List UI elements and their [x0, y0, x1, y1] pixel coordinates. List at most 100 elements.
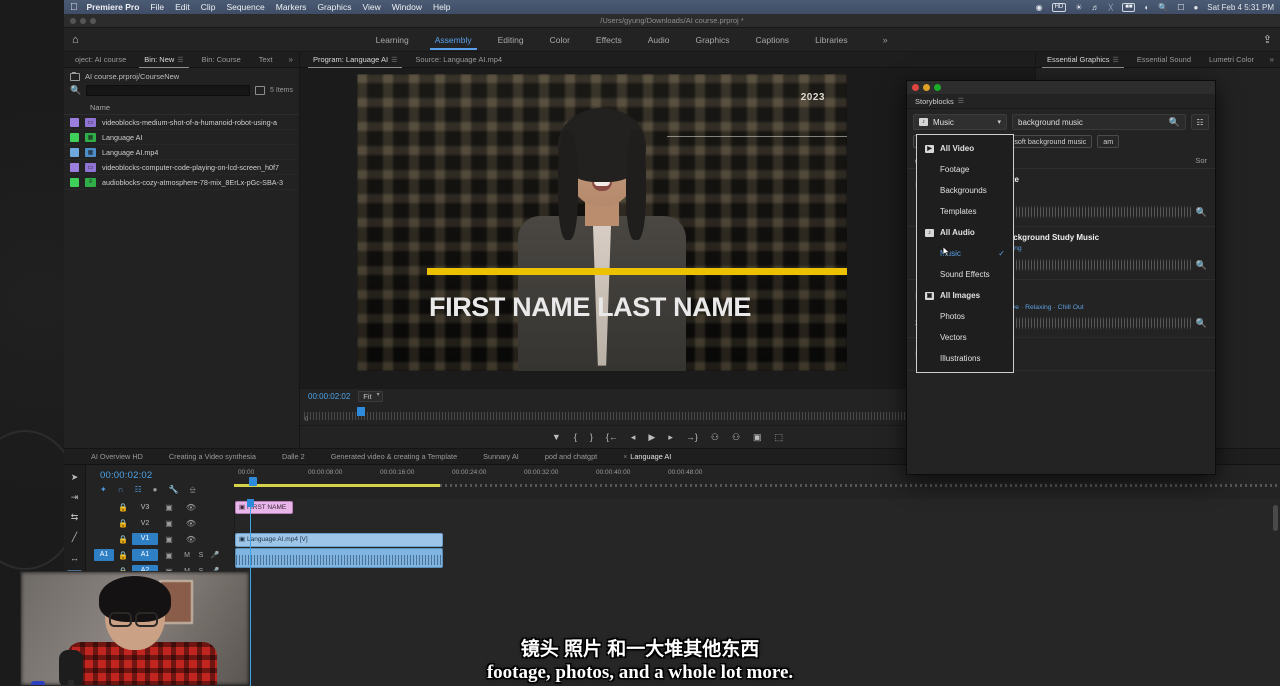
clip-first-name[interactable]: ▣ FIRST NAME [235, 501, 293, 514]
close-icon[interactable]: × [623, 454, 627, 461]
track-name[interactable]: V2 [132, 520, 158, 527]
mark-out-icon[interactable]: } [590, 432, 593, 442]
slip-tool-icon[interactable]: ↔ [67, 551, 82, 564]
sequence-tab-sunnary-ai[interactable]: Sunnary AI [470, 452, 532, 461]
menu-item-sound-effects[interactable]: Sound Effects [917, 264, 1013, 285]
eye-icon[interactable]: 👁 [180, 503, 202, 512]
toggle-sync-icon[interactable]: ▣ [158, 503, 180, 512]
project-search-input[interactable] [86, 85, 250, 96]
list-item[interactable]: ▦ Language AI.mp4 [64, 145, 299, 160]
tab-bin-new[interactable]: Bin: New☰ [135, 55, 192, 64]
lock-icon[interactable]: 🔒 [114, 551, 132, 560]
tab-lumetri-color[interactable]: Lumetri Color [1200, 55, 1263, 64]
control-center-icon[interactable]: ◉ [1036, 3, 1043, 12]
source-patch[interactable]: A1 [94, 549, 114, 561]
go-to-in-icon[interactable]: {← [606, 432, 618, 442]
track-select-tool-icon[interactable]: ⇥ [67, 491, 82, 504]
tab-text[interactable]: Text [250, 55, 282, 64]
workspace-tab-libraries[interactable]: Libraries [802, 31, 861, 49]
sequence-tab-creating-a-video-synthesia[interactable]: Creating a Video synthesia [156, 452, 269, 461]
timeline-playhead-line[interactable] [250, 499, 251, 686]
toggle-sync-icon[interactable]: ▣ [158, 551, 180, 560]
screen-mirror-icon[interactable]: ☐ [1177, 3, 1184, 12]
screen-share-icon[interactable]: ☀ [1075, 3, 1082, 12]
workspace-tab-learning[interactable]: Learning [363, 31, 422, 49]
search-icon[interactable]: 🔍 [1169, 117, 1180, 128]
export-frame-icon[interactable]: ▣ [753, 432, 762, 443]
workspace-overflow-button[interactable]: » [883, 35, 888, 45]
tab-project-ai-course[interactable]: oject: AI course [66, 55, 135, 64]
siri-icon[interactable]: ● [1193, 3, 1198, 12]
tab-essential-graphics[interactable]: Essential Graphics☰ [1038, 55, 1128, 64]
list-item[interactable]: ≡ audioblocks-cozy-atmosphere-78-mix_8Er… [64, 175, 299, 190]
program-video-frame[interactable]: 2023 FIRST NAME LAST NAME [357, 74, 847, 371]
list-item[interactable]: ▦ Language AI [64, 130, 299, 145]
menu-item-backgrounds[interactable]: Backgrounds [917, 180, 1013, 201]
track-name[interactable]: A1 [132, 549, 158, 561]
filter-icon[interactable] [255, 86, 265, 95]
selection-tool-icon[interactable]: ➤ [67, 471, 82, 484]
menu-item-edit[interactable]: Edit [175, 2, 190, 12]
project-tabs-overflow[interactable]: » [289, 55, 299, 64]
sequence-tab-pod-and-chatgpt[interactable]: pod and chatgpt [532, 452, 610, 461]
play-icon[interactable]: ▶ [648, 432, 655, 443]
list-item[interactable]: ▭ videoblocks-computer-code-playing-on-l… [64, 160, 299, 175]
timeline-playhead-timecode[interactable]: 00:00:02:02 [100, 470, 234, 481]
minimize-icon[interactable] [923, 84, 930, 91]
panel-menu-icon[interactable]: ☰ [177, 57, 183, 64]
ripple-edit-tool-icon[interactable]: ⇆ [67, 511, 82, 524]
menu-item-help[interactable]: Help [433, 2, 450, 12]
menu-item-footage[interactable]: Footage [917, 159, 1013, 180]
workspace-tab-effects[interactable]: Effects [583, 31, 635, 49]
list-view-icon[interactable]: ☷ [1191, 114, 1209, 130]
mute-button[interactable]: M [180, 552, 194, 559]
microphone-icon[interactable]: 🎤 [208, 551, 222, 559]
menu-item-all-video[interactable]: ▶ All Video [917, 138, 1013, 159]
menu-item-sequence[interactable]: Sequence [226, 2, 264, 12]
workspace-tab-color[interactable]: Color [537, 31, 583, 49]
step-forward-icon[interactable]: ▸ [668, 432, 673, 443]
menu-item-vectors[interactable]: Vectors [917, 327, 1013, 348]
linked-selection-icon[interactable]: ∩ [118, 485, 124, 495]
eye-icon[interactable]: 👁 [180, 519, 202, 528]
menu-item-illustrations[interactable]: Illustrations [917, 348, 1013, 369]
preview-zoom-icon[interactable]: 🔍 [1196, 260, 1207, 271]
insert-marker-icon[interactable]: ● [153, 485, 158, 495]
close-icon[interactable] [912, 84, 919, 91]
storyblocks-tab-label[interactable]: Storyblocks [915, 97, 954, 106]
workspace-tab-graphics[interactable]: Graphics [682, 31, 742, 49]
lock-icon[interactable]: 🔒 [114, 503, 132, 512]
share-icon[interactable]: ⇪ [1263, 33, 1272, 46]
tab-essential-sound[interactable]: Essential Sound [1128, 55, 1200, 64]
home-icon[interactable]: ⌂ [72, 34, 79, 46]
preview-zoom-icon[interactable]: 🔍 [1196, 318, 1207, 329]
clip-language-ai-video[interactable]: ▣ Language AI.mp4 [V] [235, 533, 443, 547]
vertical-scrollbar[interactable] [1273, 505, 1278, 531]
tab-bin-course[interactable]: Bin: Course [193, 55, 250, 64]
sequence-tab-dalle-2[interactable]: Dalle 2 [269, 452, 318, 461]
step-back-icon[interactable]: ◂ [631, 432, 636, 443]
panel-menu-icon[interactable]: ☰ [1113, 57, 1119, 64]
list-item[interactable]: ▭ videoblocks-medium-shot-of-a-humanoid-… [64, 115, 299, 130]
maximize-icon[interactable] [934, 84, 941, 91]
snap-icon[interactable]: ✦ [100, 485, 107, 495]
menu-item-window[interactable]: Window [392, 2, 422, 12]
add-marker-icon[interactable]: ▼ [552, 432, 561, 442]
workspace-tab-assembly[interactable]: Assembly [422, 31, 485, 49]
menu-item-photos[interactable]: Photos [917, 306, 1013, 327]
tab-source-monitor[interactable]: Source: Language AI.mp4 [406, 55, 511, 64]
menu-item-premiere-pro[interactable]: Premiere Pro [87, 2, 140, 12]
panel-menu-icon[interactable]: ☰ [391, 57, 397, 64]
menu-item-all-audio[interactable]: ♪ All Audio [917, 222, 1013, 243]
markers-icon[interactable]: ☷ [134, 485, 141, 495]
suggestion-chip[interactable]: soft background music [1008, 135, 1092, 148]
track-name[interactable]: V1 [132, 533, 158, 545]
timeline-playhead-marker[interactable] [249, 477, 257, 486]
toggle-sync-icon[interactable]: ▣ [158, 519, 180, 528]
settings-icon[interactable]: 🔧 [168, 485, 178, 495]
timeline-canvas[interactable]: ▣ FIRST NAME ▣ Language AI.mp4 [V] [234, 499, 1280, 686]
preview-zoom-icon[interactable]: 🔍 [1196, 207, 1207, 218]
workspace-tab-audio[interactable]: Audio [635, 31, 683, 49]
lift-icon[interactable]: ⚇ [711, 432, 719, 443]
menu-item-clip[interactable]: Clip [201, 2, 216, 12]
